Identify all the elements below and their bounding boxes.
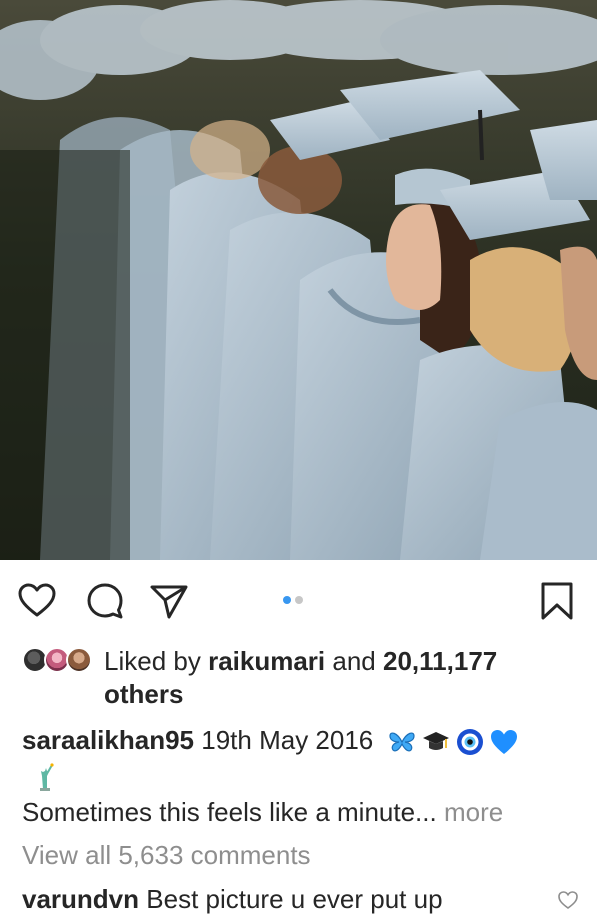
comment-button[interactable] <box>84 580 126 622</box>
paper-plane-icon <box>150 585 188 619</box>
butterfly-icon <box>388 732 415 752</box>
nazar-amulet-icon <box>456 729 483 756</box>
liker-username[interactable]: raikumari <box>208 646 325 676</box>
share-button[interactable] <box>148 580 190 622</box>
caption: saraalikhan95 19th May 2016 <box>22 722 582 791</box>
view-all-comments-link[interactable]: View all 5,633 comments <box>22 840 311 870</box>
bookmark-icon <box>541 582 573 620</box>
likes-count[interactable]: 20,11,177 <box>383 646 497 676</box>
graduation-photo-illustration <box>0 0 597 560</box>
comment-row: varundvn Best picture u ever put up <box>22 884 582 914</box>
carousel-dot-active <box>283 596 291 604</box>
caption-continuation: Sometimes this feels like a minute... mo… <box>22 797 582 827</box>
action-bar <box>0 560 597 642</box>
heart-icon <box>18 583 56 617</box>
caption-username[interactable]: saraalikhan95 <box>22 725 194 755</box>
comment-username[interactable]: varundvn <box>22 884 139 914</box>
graduation-cap-icon <box>422 732 449 751</box>
more-link[interactable]: more <box>444 797 503 827</box>
caption-emojis <box>387 727 519 757</box>
comment-bubble-icon <box>87 583 123 619</box>
likes-conjunction: and <box>332 646 376 676</box>
likes-summary[interactable]: Liked by raikumari and 20,11,177 others <box>22 645 582 711</box>
caption-date: 19th May 2016 <box>201 725 374 755</box>
likes-prefix: Liked by <box>104 646 201 676</box>
blue-heart-icon <box>490 730 517 755</box>
likes-text: Liked by raikumari and 20,11,177 <box>22 645 582 677</box>
liker-avatars <box>22 647 96 673</box>
avatar <box>66 647 92 673</box>
instagram-post: Liked by raikumari and 20,11,177 others … <box>0 0 597 915</box>
like-button[interactable] <box>16 580 58 622</box>
statue-of-liberty-icon <box>40 763 54 791</box>
carousel-dot <box>295 596 303 604</box>
carousel-indicator <box>283 596 303 604</box>
save-button[interactable] <box>536 580 578 622</box>
comment-like-heart-icon[interactable] <box>557 889 579 911</box>
likes-others[interactable]: others <box>22 677 582 711</box>
caption-text: Sometimes this feels like a minute... <box>22 797 437 827</box>
comment-text: Best picture u ever put up <box>146 884 443 914</box>
post-photo[interactable] <box>0 0 597 560</box>
